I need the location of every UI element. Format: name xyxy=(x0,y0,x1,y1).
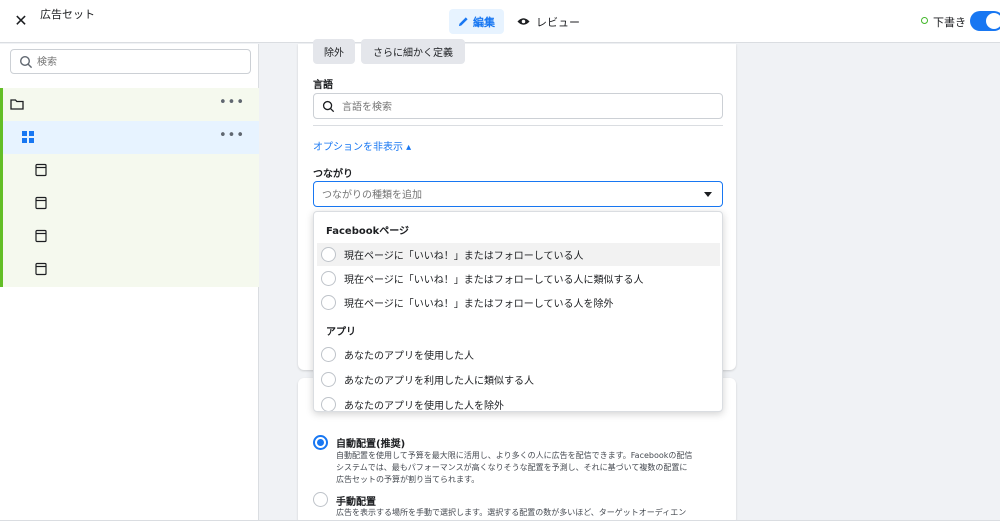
dropdown-option-label: あなたのアプリを使用した人 xyxy=(344,351,474,362)
language-search-input[interactable] xyxy=(342,98,702,116)
dropdown-option[interactable]: あなたのアプリを使用した人 xyxy=(317,343,720,366)
search-icon xyxy=(19,55,33,69)
tab-edit-label: 編集 xyxy=(473,15,495,29)
radio-icon[interactable] xyxy=(321,295,336,310)
manual-placement-desc-line: 広告を表示する場所を手動で選択します。選択する配置の数が多いほど、ターゲットオー… xyxy=(336,508,687,517)
ad-page-icon xyxy=(35,163,47,177)
search-icon xyxy=(322,100,335,113)
dropdown-option-label: あなたのアプリを使用した人を除外 xyxy=(344,401,504,412)
radio-icon[interactable] xyxy=(321,397,336,411)
tree-item-ad[interactable] xyxy=(3,253,259,286)
folder-icon xyxy=(10,99,24,110)
dropdown-option[interactable]: 現在ページに「いいね！」またはフォローしている人に類似する人 xyxy=(317,267,720,290)
status-dot-icon xyxy=(921,17,928,24)
divider xyxy=(313,125,723,126)
dropdown-group-title: Facebookページ xyxy=(326,226,410,237)
manual-placement-radio[interactable] xyxy=(313,492,328,507)
auto-placement-desc-line: 自動配置を使用して予算を最大限に活用し、より多くの人に広告を配信できます。Fac… xyxy=(336,451,693,460)
dropdown-group-title: アプリ xyxy=(326,327,356,338)
tree-item-ad[interactable] xyxy=(3,220,259,253)
exclude-button[interactable]: 除外 xyxy=(313,39,355,64)
sidebar-search-input[interactable] xyxy=(37,53,237,71)
tree-item-campaign[interactable]: ••• xyxy=(3,88,259,121)
dropdown-option-label: 現在ページに「いいね！」またはフォローしている人を除外 xyxy=(344,299,614,310)
auto-placement-desc-line: 広告セットの予算が割り当てられます。 xyxy=(336,475,480,484)
dropdown-option[interactable]: あなたのアプリを使用した人を除外 xyxy=(317,393,720,412)
radio-icon[interactable] xyxy=(321,271,336,286)
connections-label: つながり xyxy=(313,169,353,180)
radio-icon[interactable] xyxy=(321,372,336,387)
campaign-tree: ••• ••• xyxy=(0,88,259,287)
dropdown-option[interactable]: 現在ページに「いいね！」またはフォローしている人 xyxy=(317,243,720,266)
pencil-icon xyxy=(458,17,468,27)
more-options-icon[interactable]: ••• xyxy=(219,128,245,143)
connections-select[interactable] xyxy=(313,181,723,207)
ad-page-icon xyxy=(35,262,47,276)
auto-placement-title: 自動配置(推奨) xyxy=(336,439,406,450)
dropdown-option[interactable]: 現在ページに「いいね！」またはフォローしている人を除外 xyxy=(317,291,720,314)
tree-item-ad[interactable] xyxy=(3,187,259,220)
top-bar: ✕ 広告セット 編集 レビュー 下書き xyxy=(0,0,1000,43)
status-label: 下書き xyxy=(933,16,966,29)
page-bottom-edge xyxy=(0,520,1000,525)
tab-review[interactable]: レビュー xyxy=(517,9,580,34)
dropdown-option-label: 現在ページに「いいね！」またはフォローしている人に類似する人 xyxy=(344,275,644,286)
narrow-audience-button[interactable]: さらに細かく定義 xyxy=(361,39,465,64)
dropdown-option-label: 現在ページに「いいね！」またはフォローしている人 xyxy=(344,251,584,262)
dropdown-option[interactable]: あなたのアプリを利用した人に類似する人 xyxy=(317,368,720,391)
tab-review-label: レビュー xyxy=(536,15,580,29)
auto-placement-radio[interactable] xyxy=(313,435,328,450)
language-label: 言語 xyxy=(313,80,333,91)
sidebar: ••• ••• xyxy=(0,44,259,525)
manual-placement-title: 手動配置 xyxy=(336,497,376,508)
auto-placement-desc-line: システムでは、最もパフォーマンスが高くなりそうな配置を予測し、それに基づいて複数… xyxy=(336,463,688,472)
hide-options-link[interactable]: オプションを非表示 ▴ xyxy=(313,138,411,153)
sidebar-search[interactable] xyxy=(10,49,251,74)
more-options-icon[interactable]: ••• xyxy=(219,95,245,110)
tree-item-ad[interactable] xyxy=(3,154,259,187)
tree-item-adset[interactable]: ••• xyxy=(3,121,259,154)
connections-dropdown: Facebookページ 現在ページに「いいね！」またはフォローしている人 現在ペ… xyxy=(313,211,723,412)
radio-icon[interactable] xyxy=(321,247,336,262)
toggle-knob xyxy=(986,13,1000,29)
grid-icon xyxy=(22,131,34,143)
radio-icon[interactable] xyxy=(321,347,336,362)
connections-input[interactable] xyxy=(322,186,692,204)
language-search[interactable] xyxy=(313,93,723,119)
status-toggle[interactable] xyxy=(970,11,1000,31)
eye-icon xyxy=(517,18,530,25)
ad-page-icon xyxy=(35,196,47,210)
dropdown-option-label: あなたのアプリを利用した人に類似する人 xyxy=(344,376,534,387)
chevron-down-icon[interactable] xyxy=(704,192,712,197)
page-title: 広告セット xyxy=(40,8,95,21)
close-icon[interactable]: ✕ xyxy=(12,12,30,30)
tab-edit[interactable]: 編集 xyxy=(449,9,504,34)
ad-page-icon xyxy=(35,229,47,243)
